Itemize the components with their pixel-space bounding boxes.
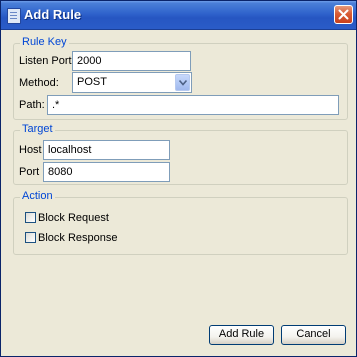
method-selected-value: POST [77, 76, 107, 88]
close-button[interactable] [334, 5, 353, 24]
method-dropdown-button[interactable] [175, 74, 190, 91]
action-legend: Action [20, 190, 55, 202]
listen-port-field[interactable]: 2000 [72, 51, 191, 71]
method-label: Method: [19, 77, 59, 89]
block-request-checkbox[interactable] [25, 212, 36, 223]
rule-key-legend: Rule Key [20, 36, 69, 48]
method-select[interactable]: POST [72, 72, 192, 93]
host-field[interactable]: localhost [43, 140, 170, 160]
cancel-button[interactable]: Cancel [281, 325, 346, 345]
action-group: Action [13, 190, 348, 255]
add-rule-dialog: Add Rule Rule Key Listen Port: 2000 Meth… [0, 0, 357, 357]
chevron-down-icon [179, 80, 187, 86]
path-field[interactable]: .* [47, 95, 339, 115]
close-icon [338, 9, 349, 20]
block-request-label[interactable]: Block Request [38, 212, 109, 224]
port-field[interactable]: 8080 [43, 162, 170, 182]
target-legend: Target [20, 123, 55, 135]
listen-port-label: Listen Port: [19, 55, 75, 67]
port-label: Port [19, 166, 40, 178]
title-bar[interactable]: Add Rule [1, 1, 356, 30]
block-response-checkbox[interactable] [25, 232, 36, 243]
window-icon [7, 8, 21, 24]
window-title: Add Rule [24, 7, 82, 22]
host-label: Host [19, 144, 42, 156]
add-rule-button[interactable]: Add Rule [209, 325, 274, 345]
block-response-label[interactable]: Block Response [38, 232, 118, 244]
path-label: Path: [19, 99, 45, 111]
